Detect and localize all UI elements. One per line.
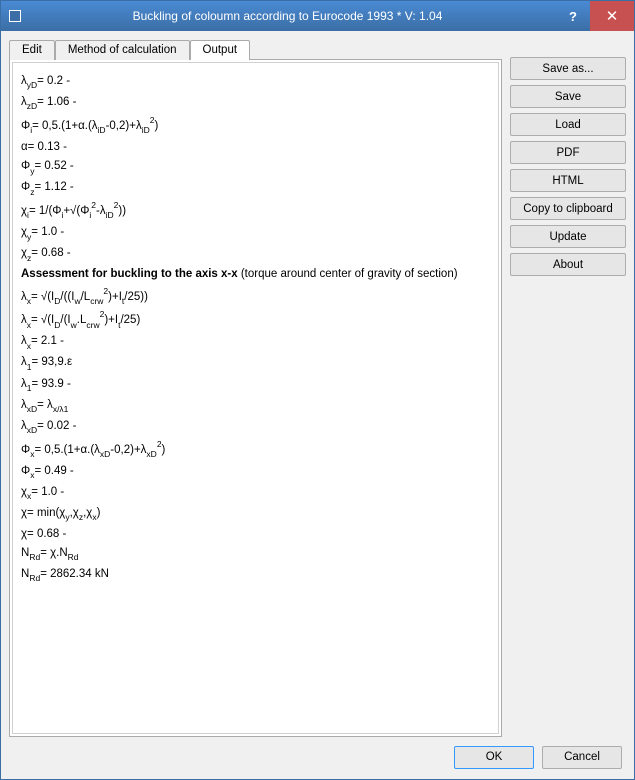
cancel-button[interactable]: Cancel bbox=[542, 746, 622, 769]
tabs-area: Edit Method of calculation Output λyD= 0… bbox=[9, 39, 502, 737]
titlebar: Buckling of coloumn according to Eurocod… bbox=[1, 1, 634, 31]
tab-panel: λyD= 0.2 -λzD= 1.06 -Φi= 0,5.(1+α.(λiD-0… bbox=[9, 59, 502, 737]
about-button[interactable]: About bbox=[510, 253, 626, 276]
tab-edit[interactable]: Edit bbox=[9, 40, 55, 60]
save-button[interactable]: Save bbox=[510, 85, 626, 108]
tab-output[interactable]: Output bbox=[190, 40, 251, 60]
footer: OK Cancel bbox=[9, 737, 626, 771]
copy-button[interactable]: Copy to clipboard bbox=[510, 197, 626, 220]
app-window: Buckling of coloumn according to Eurocod… bbox=[0, 0, 635, 780]
help-button[interactable]: ? bbox=[556, 1, 590, 31]
ok-button[interactable]: OK bbox=[454, 746, 534, 769]
app-icon bbox=[9, 10, 21, 22]
pdf-button[interactable]: PDF bbox=[510, 141, 626, 164]
client-area: Edit Method of calculation Output λyD= 0… bbox=[1, 31, 634, 779]
close-button[interactable]: ✕ bbox=[590, 1, 634, 31]
tab-method[interactable]: Method of calculation bbox=[55, 40, 190, 60]
saveas-button[interactable]: Save as... bbox=[510, 57, 626, 80]
output-textarea[interactable]: λyD= 0.2 -λzD= 1.06 -Φi= 0,5.(1+α.(λiD-0… bbox=[12, 62, 499, 734]
side-button-group: Save as... Save Load PDF HTML Copy to cl… bbox=[510, 39, 626, 737]
html-button[interactable]: HTML bbox=[510, 169, 626, 192]
load-button[interactable]: Load bbox=[510, 113, 626, 136]
window-controls: ? ✕ bbox=[556, 1, 634, 31]
tabstrip: Edit Method of calculation Output bbox=[9, 40, 502, 60]
window-title: Buckling of coloumn according to Eurocod… bbox=[29, 9, 556, 23]
body-row: Edit Method of calculation Output λyD= 0… bbox=[9, 39, 626, 737]
update-button[interactable]: Update bbox=[510, 225, 626, 248]
